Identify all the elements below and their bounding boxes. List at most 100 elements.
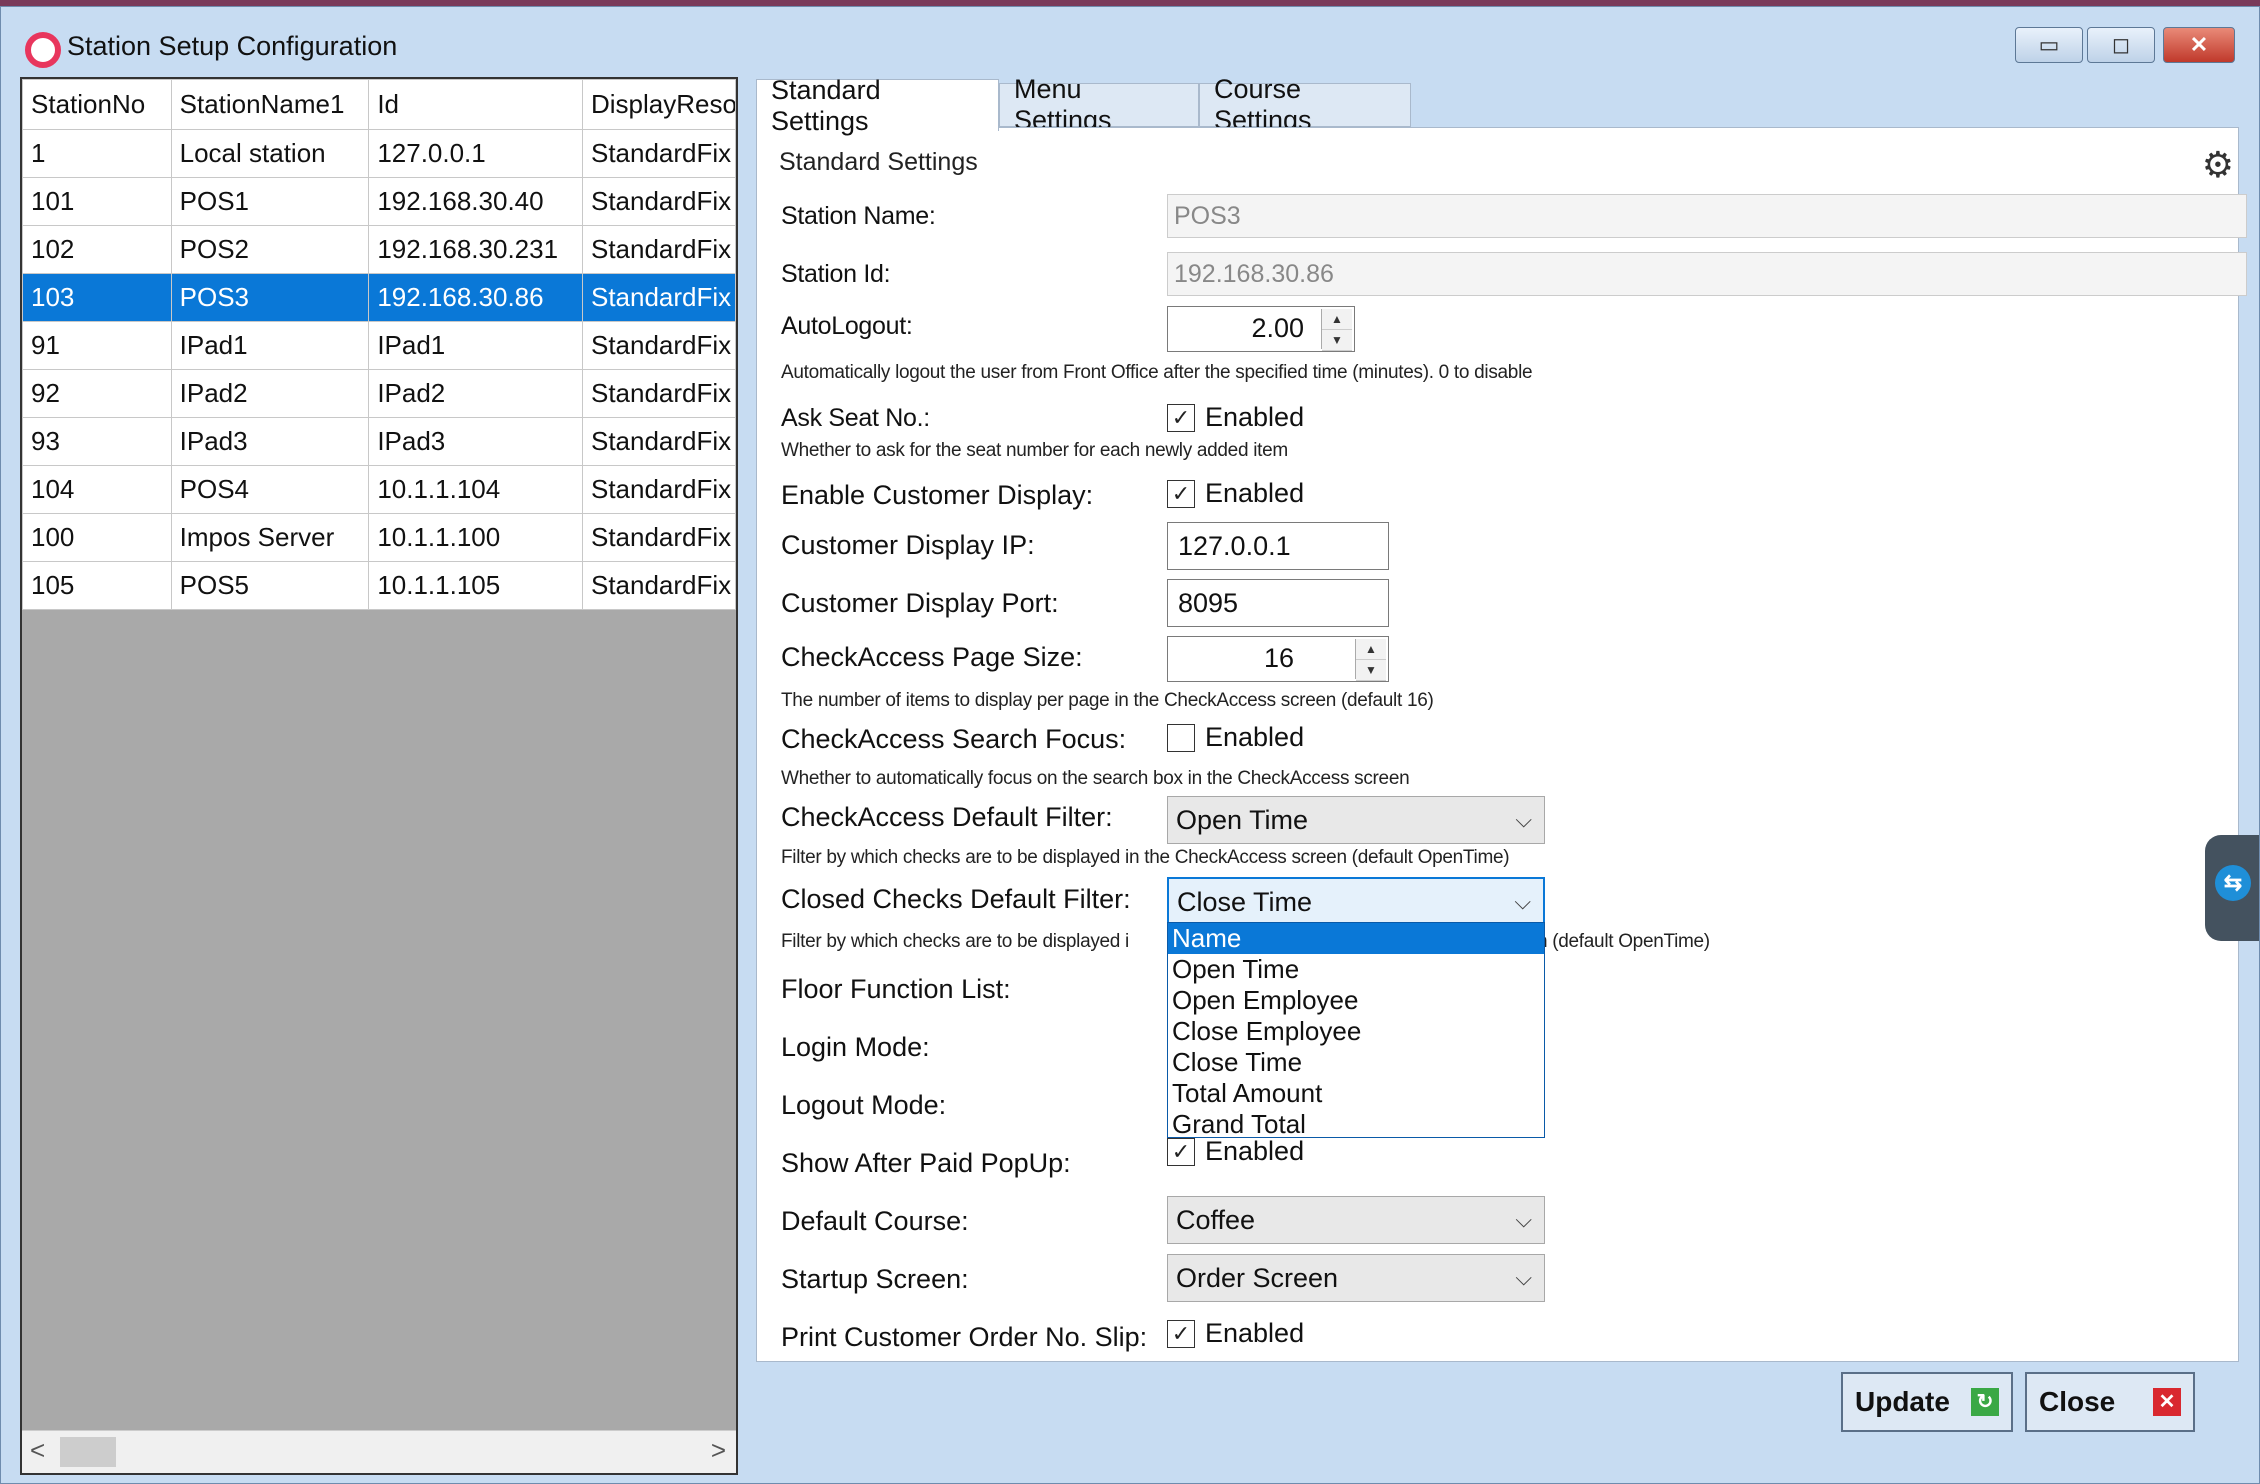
cell-id[interactable]: IPad3: [368, 417, 583, 466]
default-filter-select[interactable]: Open Time ⌵: [1167, 796, 1545, 844]
search-focus-checkbox[interactable]: Enabled: [1167, 722, 1304, 753]
dropdown-option[interactable]: Close Employee: [1168, 1016, 1544, 1047]
cell-stationno[interactable]: 101: [22, 177, 172, 226]
cell-id[interactable]: 10.1.1.104: [368, 465, 583, 514]
cell-stationname[interactable]: Local station: [170, 129, 370, 178]
checkbox-checked-icon[interactable]: ✓: [1167, 1319, 1195, 1348]
table-row[interactable]: 93 IPad3 IPad3 StandardFix: [22, 417, 736, 466]
cell-id[interactable]: IPad1: [368, 321, 583, 370]
dropdown-option[interactable]: Close Time: [1168, 1047, 1544, 1078]
cell-displayreso[interactable]: StandardFix: [581, 129, 736, 178]
checkbox-checked-icon[interactable]: ✓: [1167, 479, 1195, 508]
cell-stationname[interactable]: Impos Server: [170, 513, 370, 562]
cell-displayreso[interactable]: StandardFix: [581, 225, 736, 274]
dropdown-option[interactable]: Name: [1168, 923, 1544, 954]
cell-stationname[interactable]: POS5: [170, 561, 370, 610]
cell-id[interactable]: 127.0.0.1: [368, 129, 583, 178]
cell-id[interactable]: IPad2: [368, 369, 583, 418]
cell-stationno[interactable]: 91: [22, 321, 172, 370]
auto-logout-stepper[interactable]: 2.00 ▲ ▼: [1167, 306, 1355, 352]
column-header-stationname[interactable]: StationName1: [170, 79, 370, 130]
cell-stationname[interactable]: POS1: [170, 177, 370, 226]
cell-stationname[interactable]: IPad3: [170, 417, 370, 466]
checkbox-unchecked-icon[interactable]: [1167, 723, 1195, 752]
page-size-stepper[interactable]: 16 ▲ ▼: [1167, 636, 1389, 682]
closed-filter-dropdown-list[interactable]: Name Open Time Open Employee Close Emplo…: [1167, 922, 1545, 1140]
cell-stationno[interactable]: 103: [22, 273, 172, 322]
cell-displayreso[interactable]: StandardFix: [581, 273, 736, 322]
cell-stationno[interactable]: 104: [22, 465, 172, 514]
startup-screen-select[interactable]: Order Screen ⌵: [1167, 1254, 1545, 1302]
print-slip-checkbox[interactable]: ✓ Enabled: [1167, 1318, 1304, 1349]
customer-display-ip-input[interactable]: 127.0.0.1: [1167, 522, 1389, 570]
cell-displayreso[interactable]: StandardFix: [581, 369, 736, 418]
scroll-right-icon[interactable]: >: [711, 1435, 726, 1466]
scroll-left-icon[interactable]: <: [30, 1435, 45, 1466]
cell-displayreso[interactable]: StandardFix: [581, 321, 736, 370]
stepper-up-icon[interactable]: ▲: [1322, 309, 1352, 330]
cell-displayreso[interactable]: StandardFix: [581, 465, 736, 514]
table-row[interactable]: 103 POS3 192.168.30.86 StandardFix: [22, 273, 736, 322]
minimize-button[interactable]: ▭: [2015, 27, 2083, 63]
cell-stationno[interactable]: 1: [22, 129, 172, 178]
dropdown-option[interactable]: Open Employee: [1168, 985, 1544, 1016]
column-header-stationno[interactable]: StationNo: [22, 79, 172, 130]
table-row[interactable]: 92 IPad2 IPad2 StandardFix: [22, 369, 736, 418]
default-course-select[interactable]: Coffee ⌵: [1167, 1196, 1545, 1244]
cell-stationname[interactable]: POS4: [170, 465, 370, 514]
stepper-down-icon[interactable]: ▼: [1322, 330, 1352, 351]
cell-stationname[interactable]: IPad2: [170, 369, 370, 418]
cell-stationname[interactable]: POS2: [170, 225, 370, 274]
cell-stationno[interactable]: 100: [22, 513, 172, 562]
cell-stationname[interactable]: IPad1: [170, 321, 370, 370]
table-row[interactable]: 101 POS1 192.168.30.40 StandardFix: [22, 177, 736, 226]
table-row[interactable]: 91 IPad1 IPad1 StandardFix: [22, 321, 736, 370]
cell-displayreso[interactable]: StandardFix: [581, 561, 736, 610]
table-row[interactable]: 100 Impos Server 10.1.1.100 StandardFix: [22, 513, 736, 562]
cell-id[interactable]: 192.168.30.231: [368, 225, 583, 274]
cell-stationno[interactable]: 102: [22, 225, 172, 274]
checkbox-checked-icon[interactable]: ✓: [1167, 403, 1195, 432]
dropdown-option[interactable]: Grand Total: [1168, 1109, 1544, 1140]
customer-display-port-input[interactable]: 8095: [1167, 579, 1389, 627]
stepper-down-icon[interactable]: ▼: [1356, 660, 1386, 681]
after-paid-checkbox[interactable]: ✓ Enabled: [1167, 1136, 1304, 1167]
cell-stationno[interactable]: 92: [22, 369, 172, 418]
customer-display-checkbox[interactable]: ✓ Enabled: [1167, 478, 1304, 509]
station-grid[interactable]: StationNo StationName1 Id DisplayReso 1L…: [20, 77, 738, 1475]
cell-id[interactable]: 192.168.30.40: [368, 177, 583, 226]
cell-id[interactable]: 10.1.1.100: [368, 513, 583, 562]
title-bar[interactable]: Station Setup Configuration ▭ ◻ ✕: [1, 7, 2259, 71]
dropdown-option[interactable]: Open Time: [1168, 954, 1544, 985]
stepper-up-icon[interactable]: ▲: [1356, 639, 1386, 660]
scroll-thumb[interactable]: [60, 1437, 116, 1467]
tab-standard-settings[interactable]: Standard Settings: [756, 75, 999, 136]
tab-course-settings[interactable]: Course Settings: [1199, 74, 1411, 135]
closed-filter-select[interactable]: Close Time ⌵: [1167, 877, 1545, 925]
cell-id[interactable]: 10.1.1.105: [368, 561, 583, 610]
horizontal-scrollbar[interactable]: < >: [22, 1430, 736, 1473]
cell-id[interactable]: 192.168.30.86: [368, 273, 583, 322]
table-row[interactable]: 105 POS5 10.1.1.105 StandardFix: [22, 561, 736, 610]
checkbox-checked-icon[interactable]: ✓: [1167, 1137, 1195, 1166]
column-header-displayreso[interactable]: DisplayReso: [581, 79, 736, 130]
maximize-button[interactable]: ◻: [2087, 27, 2155, 63]
cell-displayreso[interactable]: StandardFix: [581, 417, 736, 466]
table-row[interactable]: 102 POS2 192.168.30.231 StandardFix: [22, 225, 736, 274]
window-close-button[interactable]: ✕: [2163, 27, 2235, 63]
table-row[interactable]: 104 POS4 10.1.1.104 StandardFix: [22, 465, 736, 514]
update-button[interactable]: Update ↻: [1841, 1372, 2013, 1432]
dropdown-option[interactable]: Total Amount: [1168, 1078, 1544, 1109]
cell-stationname[interactable]: POS3: [170, 273, 370, 322]
close-button[interactable]: Close ✕: [2025, 1372, 2195, 1432]
gear-icon[interactable]: ⚙: [2202, 144, 2234, 186]
column-header-id[interactable]: Id: [368, 79, 583, 130]
cell-displayreso[interactable]: StandardFix: [581, 513, 736, 562]
ask-seat-checkbox[interactable]: ✓ Enabled: [1167, 402, 1304, 433]
table-row[interactable]: 1 Local station 127.0.0.1 StandardFix: [22, 129, 736, 178]
remote-support-tab[interactable]: ⇆: [2205, 835, 2259, 941]
tab-menu-settings[interactable]: Menu Settings: [999, 74, 1199, 135]
cell-stationno[interactable]: 93: [22, 417, 172, 466]
cell-displayreso[interactable]: StandardFix: [581, 177, 736, 226]
cell-stationno[interactable]: 105: [22, 561, 172, 610]
